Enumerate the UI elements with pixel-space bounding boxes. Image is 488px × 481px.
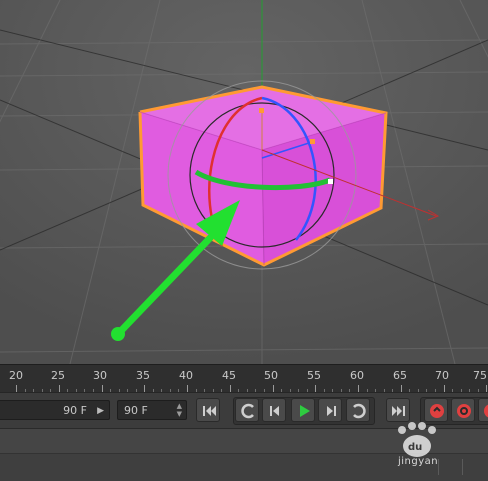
skip-start-icon bbox=[203, 406, 216, 416]
autokey-button[interactable] bbox=[451, 398, 475, 422]
keyframe-selection-button[interactable] bbox=[478, 398, 488, 422]
field-arrow-icon[interactable]: ▶ bbox=[97, 401, 104, 421]
x-axis-handle[interactable] bbox=[328, 179, 333, 184]
spinner-icon[interactable]: ▲ ▼ bbox=[177, 402, 182, 418]
tick-label: 20 bbox=[9, 369, 23, 382]
step-back-icon bbox=[270, 406, 279, 416]
c4d-app-window: 20 25 30 35 40 45 50 55 60 65 70 75 90 F… bbox=[0, 0, 488, 481]
max-frame-value: 90 F bbox=[124, 404, 148, 417]
tick-label: 35 bbox=[136, 369, 150, 382]
play-button[interactable] bbox=[291, 398, 315, 422]
tick-label: 50 bbox=[264, 369, 278, 382]
tick-label: 75 bbox=[473, 369, 487, 382]
end-frame-field[interactable]: 90 F ▶ bbox=[0, 400, 110, 420]
z-axis-handle[interactable] bbox=[310, 139, 315, 144]
go-to-end-button[interactable] bbox=[386, 398, 410, 422]
autokey-icon bbox=[457, 404, 471, 418]
next-key-icon bbox=[353, 403, 366, 419]
tick-label: 40 bbox=[179, 369, 193, 382]
max-frame-field[interactable]: 90 F ▲ ▼ bbox=[117, 400, 187, 420]
next-key-button[interactable] bbox=[346, 398, 370, 422]
step-forward-icon bbox=[327, 406, 336, 416]
watermark-text: jingyan bbox=[398, 456, 439, 467]
svg-text:du: du bbox=[408, 442, 422, 453]
record-active-objects-button[interactable] bbox=[424, 398, 448, 422]
tick-label: 55 bbox=[307, 369, 321, 382]
3d-viewport[interactable] bbox=[0, 0, 488, 364]
divider bbox=[462, 459, 463, 475]
tick-label: 60 bbox=[350, 369, 364, 382]
tick-label: 25 bbox=[51, 369, 65, 382]
tick-label: 65 bbox=[393, 369, 407, 382]
viewport-canvas[interactable] bbox=[0, 0, 488, 364]
tick-label: 45 bbox=[222, 369, 236, 382]
next-frame-button[interactable] bbox=[318, 398, 342, 422]
y-axis-handle[interactable] bbox=[259, 108, 264, 113]
previous-key-button[interactable] bbox=[235, 398, 259, 422]
play-icon bbox=[300, 405, 310, 417]
end-frame-value: 90 F bbox=[63, 404, 87, 417]
previous-frame-button[interactable] bbox=[262, 398, 286, 422]
tick-label: 30 bbox=[93, 369, 107, 382]
go-to-start-button[interactable] bbox=[196, 398, 220, 422]
timeline-ruler[interactable]: 20 25 30 35 40 45 50 55 60 65 70 75 bbox=[0, 364, 488, 393]
tick-label: 70 bbox=[435, 369, 449, 382]
key-selection-icon bbox=[484, 404, 488, 418]
prev-key-icon bbox=[241, 403, 254, 419]
